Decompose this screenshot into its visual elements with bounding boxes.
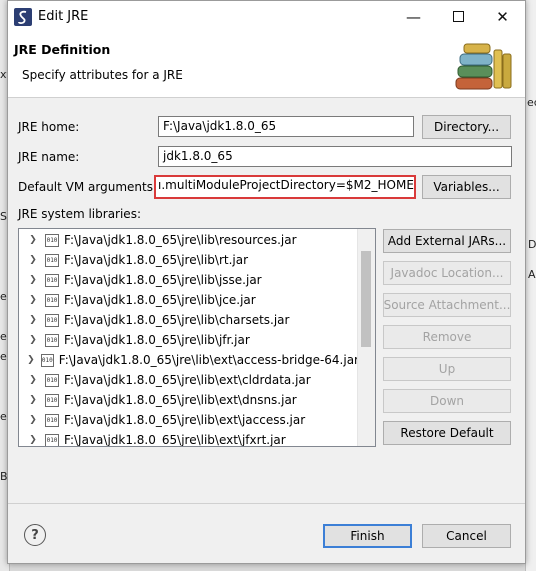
jar-file-icon: 010	[45, 273, 59, 287]
chevron-right-icon[interactable]: ❯	[26, 295, 40, 305]
vm-args-input[interactable]: ı.multiModuleProjectDirectory=$M2_HOME	[154, 175, 416, 199]
bg-fragment: e	[0, 410, 7, 423]
library-path: F:\Java\jdk1.8.0_65\jre\lib\rt.jar	[64, 253, 249, 267]
library-path: F:\Java\jdk1.8.0_65\jre\lib\ext\dnsns.ja…	[64, 393, 297, 407]
library-item[interactable]: ❯ 010 F:\Java\jdk1.8.0_65\jre\lib\jfr.jar	[19, 330, 359, 350]
chevron-right-icon[interactable]: ❯	[26, 275, 40, 285]
title-bar[interactable]: Edit JRE — ✕	[8, 1, 525, 32]
jar-file-icon: 010	[45, 253, 59, 267]
source-attachment-button[interactable]: Source Attachment...	[383, 293, 511, 317]
jar-file-icon: 010	[45, 413, 59, 427]
library-path: F:\Java\jdk1.8.0_65\jre\lib\resources.ja…	[64, 233, 297, 247]
down-button[interactable]: Down	[383, 389, 511, 413]
edit-jre-dialog: Edit JRE — ✕ JRE Definition Specify attr…	[7, 0, 526, 564]
eclipse-s-icon	[14, 8, 32, 26]
jar-file-icon: 010	[45, 293, 59, 307]
header-title: JRE Definition	[14, 42, 111, 57]
library-item[interactable]: ❯ 010 F:\Java\jdk1.8.0_65\jre\lib\resource…	[19, 230, 359, 250]
jar-file-icon: 010	[45, 313, 59, 327]
cancel-button[interactable]: Cancel	[422, 524, 511, 548]
library-path: F:\Java\jdk1.8.0_65\jre\lib\ext\jaccess.…	[64, 413, 306, 427]
library-path: F:\Java\jdk1.8.0_65\jre\lib\charsets.jar	[64, 313, 290, 327]
minimize-button[interactable]: —	[391, 1, 436, 32]
variables-button[interactable]: Variables...	[422, 175, 511, 199]
library-item[interactable]: ❯ 010 F:\Java\jdk1.8.0_65\jre\lib\ext\dnsn…	[19, 390, 359, 410]
jre-home-label: JRE home:	[18, 120, 80, 134]
library-path: F:\Java\jdk1.8.0_65\jre\lib\ext\jfxrt.ja…	[64, 433, 286, 447]
jar-file-icon: 010	[45, 433, 59, 446]
library-item[interactable]: ❯ 010 F:\Java\jdk1.8.0_65\jre\lib\ext\cldr…	[19, 370, 359, 390]
footer-separator	[8, 503, 525, 504]
library-path: F:\Java\jdk1.8.0_65\jre\lib\ext\access-b…	[58, 353, 359, 367]
bg-fragment: e	[0, 350, 7, 363]
library-item[interactable]: ❯ 010 F:\Java\jdk1.8.0_65\jre\lib\jsse.jar	[19, 270, 359, 290]
chevron-right-icon[interactable]: ❯	[26, 235, 40, 245]
jre-home-input[interactable]: F:\Java\jdk1.8.0_65	[158, 116, 414, 137]
maximize-icon	[453, 11, 464, 22]
close-button[interactable]: ✕	[480, 1, 525, 32]
chevron-right-icon[interactable]: ❯	[26, 395, 40, 405]
jre-name-input[interactable]: jdk1.8.0_65	[158, 146, 512, 167]
add-external-jars-button[interactable]: Add External JARs...	[383, 229, 511, 253]
finish-button[interactable]: Finish	[323, 524, 412, 548]
chevron-right-icon[interactable]: ❯	[26, 255, 40, 265]
chevron-right-icon[interactable]: ❯	[26, 335, 40, 345]
bg-fragment: A	[528, 268, 536, 281]
minimize-icon: —	[406, 7, 421, 26]
system-libraries-list[interactable]: ❯ 010 F:\Java\jdk1.8.0_65\jre\lib\resource…	[18, 228, 376, 447]
library-item[interactable]: ❯ 010 F:\Java\jdk1.8.0_65\jre\lib\ext\acce…	[19, 350, 359, 370]
library-path: F:\Java\jdk1.8.0_65\jre\lib\jfr.jar	[64, 333, 250, 347]
help-icon[interactable]: ?	[24, 524, 46, 546]
chevron-right-icon[interactable]: ❯	[26, 375, 40, 385]
library-path: F:\Java\jdk1.8.0_65\jre\lib\jce.jar	[64, 293, 256, 307]
remove-button[interactable]: Remove	[383, 325, 511, 349]
library-item[interactable]: ❯ 010 F:\Java\jdk1.8.0_65\jre\lib\rt.jar	[19, 250, 359, 270]
vm-args-label: Default VM arguments:	[18, 180, 158, 194]
background-ide-right: ec D A	[525, 0, 536, 571]
library-item[interactable]: ❯ 010 F:\Java\jdk1.8.0_65\jre\lib\charsets…	[19, 310, 359, 330]
jre-name-label: JRE name:	[18, 150, 80, 164]
scrollbar-thumb[interactable]	[361, 251, 371, 347]
bg-fragment: ec	[527, 96, 536, 109]
system-libraries-label: JRE system libraries:	[18, 207, 141, 221]
jar-file-icon: 010	[45, 393, 59, 407]
list-scrollbar[interactable]	[357, 229, 375, 446]
jar-file-icon: 010	[45, 373, 59, 387]
dialog-header: JRE Definition Specify attributes for a …	[8, 32, 525, 98]
up-button[interactable]: Up	[383, 357, 511, 381]
library-path: F:\Java\jdk1.8.0_65\jre\lib\jsse.jar	[64, 273, 262, 287]
bg-fragment: S	[0, 210, 7, 223]
chevron-right-icon[interactable]: ❯	[26, 435, 40, 445]
chevron-right-icon[interactable]: ❯	[26, 315, 40, 325]
bg-fragment: e	[0, 290, 7, 303]
books-icon	[455, 43, 512, 90]
library-item[interactable]: ❯ 010 F:\Java\jdk1.8.0_65\jre\lib\jce.jar	[19, 290, 359, 310]
bg-fragment: D	[528, 238, 536, 251]
jar-file-icon: 010	[40, 353, 54, 367]
library-item[interactable]: ❯ 010 F:\Java\jdk1.8.0_65\jre\lib\ext\jfxr…	[19, 430, 359, 447]
restore-default-button[interactable]: Restore Default	[383, 421, 511, 445]
jar-file-icon: 010	[45, 233, 59, 247]
header-subtitle: Specify attributes for a JRE	[22, 68, 183, 82]
javadoc-location-button[interactable]: Javadoc Location...	[383, 261, 511, 285]
directory-button[interactable]: Directory...	[422, 115, 511, 139]
library-path: F:\Java\jdk1.8.0_65\jre\lib\ext\cldrdata…	[64, 373, 311, 387]
window-title: Edit JRE	[38, 9, 89, 24]
library-item[interactable]: ❯ 010 F:\Java\jdk1.8.0_65\jre\lib\ext\jacc…	[19, 410, 359, 430]
close-icon: ✕	[496, 7, 509, 26]
chevron-right-icon[interactable]: ❯	[26, 355, 36, 365]
chevron-right-icon[interactable]: ❯	[26, 415, 40, 425]
maximize-button[interactable]	[436, 1, 481, 32]
jar-file-icon: 010	[45, 333, 59, 347]
